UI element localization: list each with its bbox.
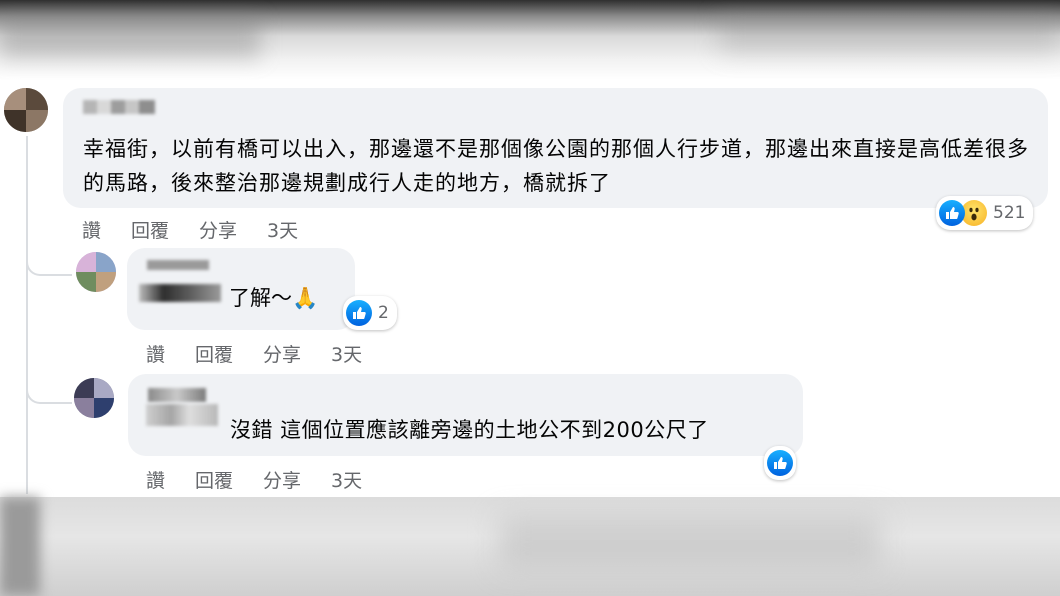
like-button[interactable]: 讚 — [146, 466, 165, 493]
blurred-author-name[interactable] — [83, 100, 155, 114]
reply-text: 了解～🙏 — [229, 286, 319, 310]
comment-bubble: 幸福街，以前有橋可以出入，那邊還不是那個像公園的那個人行步道，那邊出來直接是高低… — [63, 88, 1048, 208]
blur-smear — [0, 497, 40, 596]
reaction-summary[interactable]: 2 — [343, 296, 397, 330]
timestamp[interactable]: 3天 — [331, 466, 362, 493]
avatar[interactable] — [74, 378, 114, 418]
reply-button[interactable]: 回覆 — [195, 466, 233, 493]
like-button[interactable]: 讚 — [82, 216, 101, 243]
blurred-top-band — [0, 0, 1060, 80]
reaction-count: 2 — [378, 303, 389, 323]
avatar[interactable] — [4, 88, 48, 132]
reply-bubble: 沒錯 這個位置應該離旁邊的土地公不到200公尺了 — [128, 374, 803, 456]
share-button[interactable]: 分享 — [199, 216, 237, 243]
like-button[interactable]: 讚 — [146, 340, 165, 367]
reply-text: 沒錯 這個位置應該離旁邊的土地公不到200公尺了 — [230, 418, 709, 442]
reply-bubble: 了解～🙏 — [127, 248, 355, 330]
blur-smear — [0, 18, 260, 58]
comment-actions: 讚 回覆 分享 3天 — [82, 216, 328, 243]
reply-actions: 讚 回覆 分享 3天 — [146, 340, 392, 367]
blurred-author-name[interactable] — [147, 260, 209, 270]
reaction-summary[interactable] — [764, 446, 796, 480]
like-icon — [346, 300, 372, 326]
reaction-summary[interactable]: 521 — [936, 196, 1034, 230]
thread-connector — [26, 380, 72, 404]
blurred-bottom-band — [0, 497, 1060, 596]
like-icon — [767, 450, 793, 476]
like-icon — [939, 200, 965, 226]
blurred-mention[interactable] — [146, 404, 218, 426]
blurred-author-name[interactable] — [148, 388, 206, 402]
timestamp[interactable]: 3天 — [331, 340, 362, 367]
comment-text: 幸福街，以前有橋可以出入，那邊還不是那個像公園的那個人行步道，那邊出來直接是高低… — [83, 137, 1029, 195]
reply-button[interactable]: 回覆 — [195, 340, 233, 367]
reply-actions: 讚 回覆 分享 3天 — [146, 466, 392, 493]
comment-thread: 幸福街，以前有橋可以出入，那邊還不是那個像公園的那個人行步道，那邊出來直接是高低… — [0, 80, 1060, 497]
blur-smear — [720, 14, 1060, 52]
thread-line — [26, 136, 28, 494]
thread-connector — [26, 252, 72, 276]
avatar[interactable] — [76, 252, 116, 292]
share-button[interactable]: 分享 — [263, 340, 301, 367]
share-button[interactable]: 分享 — [263, 466, 301, 493]
blur-smear — [500, 517, 880, 567]
timestamp[interactable]: 3天 — [267, 216, 298, 243]
reaction-count: 521 — [993, 203, 1026, 223]
reply-button[interactable]: 回覆 — [131, 216, 169, 243]
blurred-mention[interactable] — [139, 284, 221, 302]
